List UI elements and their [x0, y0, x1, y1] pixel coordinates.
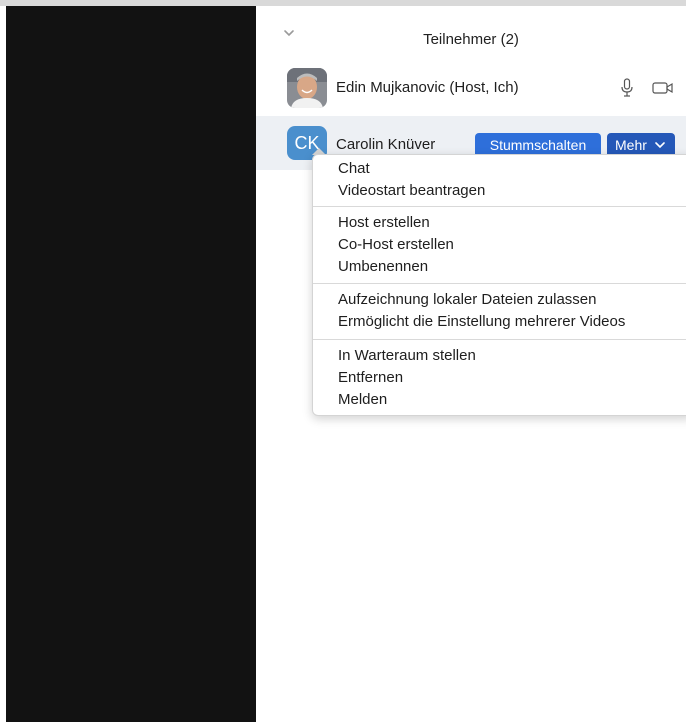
menu-item-rename[interactable]: Umbenennen: [313, 256, 686, 278]
participant-name: Edin Mujkanovic (Host, Ich): [336, 79, 519, 96]
more-dropdown-menu: Chat Videostart beantragen Host erstelle…: [312, 154, 686, 416]
menu-divider: [313, 283, 686, 284]
participant-name: Carolin Knüver: [336, 136, 436, 153]
menu-item-chat[interactable]: Chat: [313, 158, 686, 180]
menu-item-request-video[interactable]: Videostart beantragen: [313, 180, 686, 202]
chevron-down-icon: [655, 142, 665, 149]
menu-item-waiting-room[interactable]: In Warteraum stellen: [313, 345, 686, 367]
menu-divider: [313, 339, 686, 340]
menu-divider: [313, 206, 686, 207]
video-camera-icon[interactable]: [652, 81, 674, 95]
menu-group-communication: Chat Videostart beantragen: [313, 158, 686, 202]
menu-item-make-host[interactable]: Host erstellen: [313, 212, 686, 234]
menu-item-remove[interactable]: Entfernen: [313, 367, 686, 389]
avatar: [287, 68, 327, 108]
more-button-label: Mehr: [615, 137, 647, 153]
menu-group-moderation: In Warteraum stellen Entfernen Melden: [313, 345, 686, 411]
panel-title: Teilnehmer (2): [423, 31, 519, 48]
menu-group-permissions: Aufzeichnung lokaler Dateien zulassen Er…: [313, 289, 686, 333]
microphone-icon[interactable]: [620, 78, 634, 98]
menu-item-make-cohost[interactable]: Co-Host erstellen: [313, 234, 686, 256]
menu-group-roles: Host erstellen Co-Host erstellen Umbenen…: [313, 212, 686, 278]
participant-row-host[interactable]: Edin Mujkanovic (Host, Ich): [256, 62, 686, 108]
menu-item-multi-video[interactable]: Ermöglicht die Einstellung mehrerer Vide…: [313, 311, 686, 333]
menu-item-report[interactable]: Melden: [313, 389, 686, 411]
menu-item-allow-local-recording[interactable]: Aufzeichnung lokaler Dateien zulassen: [313, 289, 686, 311]
video-area: [6, 6, 256, 722]
participants-header: Teilnehmer (2): [256, 6, 686, 56]
